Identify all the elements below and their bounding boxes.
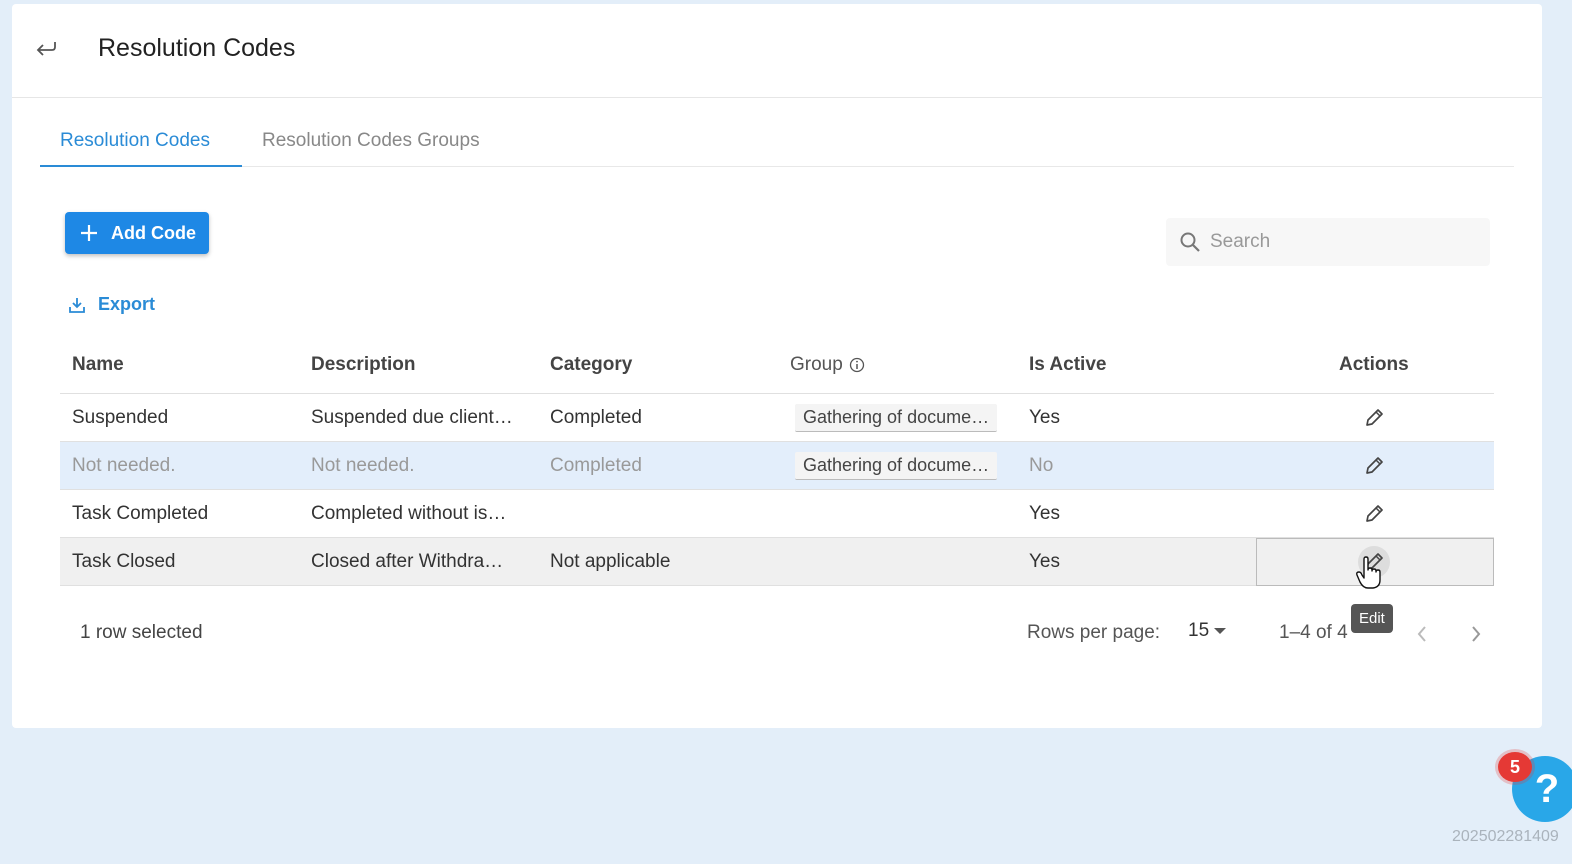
edit-button[interactable]: [1358, 402, 1390, 434]
previous-page-button[interactable]: [1408, 620, 1436, 648]
back-button[interactable]: [32, 34, 60, 62]
cell-actions: [1358, 442, 1390, 490]
search-icon: [1178, 230, 1202, 254]
cell-description: Completed without is…: [311, 503, 507, 524]
next-page-button[interactable]: [1462, 620, 1490, 648]
help-question-icon: ?: [1534, 766, 1560, 811]
pencil-icon: [1366, 457, 1383, 474]
cell-name: Suspended: [72, 407, 169, 428]
search-input[interactable]: [1210, 231, 1480, 253]
caret-down-icon: [1214, 628, 1227, 634]
chevron-right-icon: [1472, 626, 1481, 642]
active-tab-indicator: [40, 165, 242, 167]
table-header: Name Description Category Group Is Activ…: [60, 336, 1494, 394]
page-title: Resolution Codes: [98, 34, 296, 62]
search-box[interactable]: [1166, 218, 1490, 266]
cell-category: Not applicable: [550, 551, 671, 572]
tab-resolution-codes[interactable]: Resolution Codes: [60, 114, 210, 167]
hand-cursor-icon: [1356, 556, 1381, 589]
add-code-button[interactable]: Add Code: [65, 212, 209, 254]
page-header: Resolution Codes: [12, 4, 1542, 98]
cell-group: Gathering of docume…: [795, 394, 998, 442]
cell-category: Completed: [550, 407, 642, 428]
back-arrow-icon: [36, 42, 56, 56]
cell-name: Task Completed: [72, 503, 209, 524]
column-header-category[interactable]: Category: [550, 336, 632, 394]
cell-description: Not needed.: [311, 455, 415, 476]
edit-button[interactable]: [1358, 450, 1390, 482]
table-footer: 1 row selected Rows per page: 15 1–4 of …: [60, 608, 1494, 658]
column-header-description[interactable]: Description: [311, 336, 416, 394]
info-icon[interactable]: [849, 357, 865, 373]
cell-is-active: Yes: [1029, 407, 1060, 428]
edit-tooltip: Edit: [1351, 604, 1393, 633]
rows-per-page-value: 15: [1188, 620, 1210, 641]
cell-actions: [1358, 490, 1390, 538]
pencil-icon: [1366, 409, 1383, 426]
column-header-actions: Actions: [1339, 354, 1409, 375]
main-card: Resolution Codes Resolution Codes Resolu…: [12, 4, 1542, 728]
rows-per-page-select[interactable]: 15: [1188, 620, 1227, 642]
chevron-left-icon: [1417, 626, 1426, 642]
column-header-group-label: Group: [790, 354, 843, 375]
download-icon: [68, 295, 88, 315]
table-row[interactable]: Task Closed Closed after Withdra… Not ap…: [60, 538, 1494, 586]
column-header-name[interactable]: Name: [72, 336, 124, 394]
group-chip: Gathering of docume…: [795, 452, 998, 480]
selected-count: 1 row selected: [80, 622, 203, 643]
column-header-is-active[interactable]: Is Active: [1029, 336, 1106, 394]
export-button[interactable]: Export: [68, 294, 155, 315]
cell-description: Closed after Withdra…: [311, 551, 504, 572]
table-row[interactable]: Task Completed Completed without is… Yes: [60, 490, 1494, 538]
build-version: 202502281409: [1452, 828, 1559, 845]
rows-per-page-label: Rows per page:: [1027, 622, 1161, 643]
table-row[interactable]: Suspended Suspended due client… Complete…: [60, 394, 1494, 442]
notification-badge: 5: [1498, 752, 1532, 782]
cell-is-active: Yes: [1029, 551, 1060, 572]
group-chip: Gathering of docume…: [795, 404, 998, 432]
tab-bar: Resolution Codes Resolution Codes Groups: [40, 114, 1514, 167]
tab-resolution-codes-groups[interactable]: Resolution Codes Groups: [262, 114, 480, 167]
resolution-codes-table: Name Description Category Group Is Activ…: [60, 336, 1494, 586]
pagination-range: 1–4 of 4: [1279, 622, 1348, 643]
cell-is-active: No: [1029, 455, 1054, 476]
table-row[interactable]: Not needed. Not needed. Completed Gather…: [60, 442, 1494, 490]
pencil-icon: [1366, 505, 1383, 522]
column-header-group[interactable]: Group: [790, 336, 865, 394]
cell-category: Completed: [550, 455, 642, 476]
cell-name: Task Closed: [72, 551, 176, 572]
plus-icon: [77, 221, 101, 245]
cell-name: Not needed.: [72, 455, 176, 476]
add-code-label: Add Code: [111, 222, 196, 243]
cell-description: Suspended due client…: [311, 407, 513, 428]
export-label: Export: [98, 294, 156, 314]
cell-actions: [1358, 394, 1390, 442]
cell-group: Gathering of docume…: [795, 442, 998, 490]
cell-is-active: Yes: [1029, 503, 1060, 524]
edit-button[interactable]: [1358, 498, 1390, 530]
